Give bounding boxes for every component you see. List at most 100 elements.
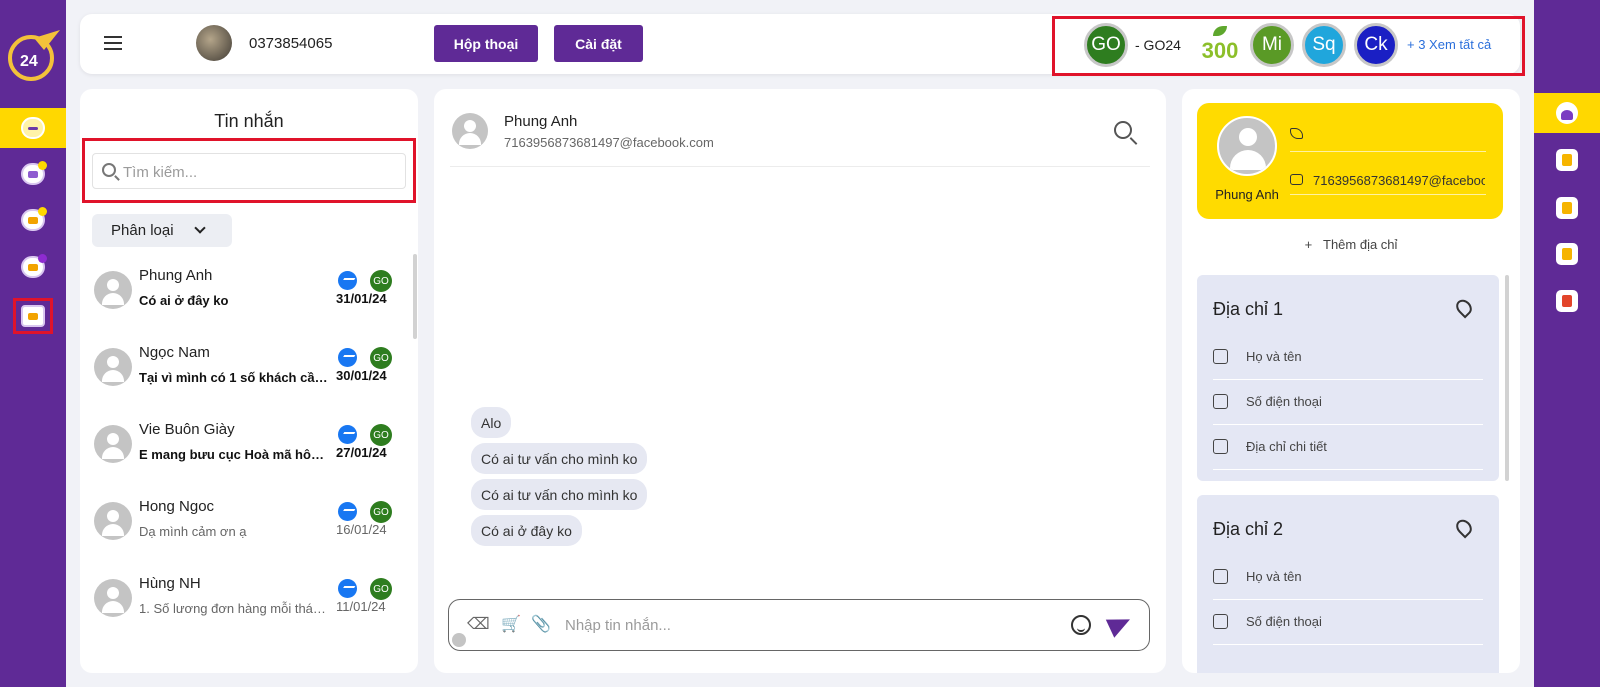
messenger-icon — [338, 425, 357, 444]
customer-info-panel: Phung Anh 7163956873681497@facebook.com … — [1182, 89, 1520, 673]
address-title: Địa chỉ 2 — [1213, 519, 1284, 539]
scrollbar[interactable] — [1505, 275, 1509, 481]
contact-avatar — [94, 425, 132, 463]
message-bubble: Có ai tư vấn cho mình ko — [471, 443, 648, 474]
address-field[interactable]: Số điện thoại — [1213, 380, 1483, 425]
conversation-item[interactable]: Hùng NH 1. Số lương đơn hàng mỗi thán... G… — [80, 565, 410, 641]
conversation-item[interactable]: Ngọc Nam Tại vì mình có 1 số khách cần...… — [80, 334, 410, 410]
contact-avatar — [94, 579, 132, 617]
conversation-item[interactable]: Phung Anh Có ai ở đây ko GO 31/01/24 — [80, 257, 410, 333]
add-location-icon[interactable] — [1453, 296, 1475, 319]
chat-contact-avatar — [452, 113, 488, 149]
send-icon[interactable] — [1105, 610, 1135, 638]
contact-avatar — [94, 502, 132, 540]
conversation-name: Hong Ngoc — [139, 498, 215, 515]
conversation-preview: 1. Số lương đơn hàng mỗi thán... — [139, 601, 329, 616]
page-badge: GO — [370, 347, 392, 369]
messenger-icon — [338, 579, 357, 598]
divider — [1290, 194, 1486, 195]
right-rail-report-button[interactable] — [1534, 281, 1600, 321]
right-rail-customer-button[interactable] — [1534, 93, 1600, 133]
conversation-date: 16/01/24 — [336, 522, 387, 537]
contact-avatar — [94, 271, 132, 309]
address-field[interactable]: Địa chỉ chi tiết — [1213, 425, 1483, 470]
messenger-icon — [338, 271, 357, 290]
conversation-item[interactable]: Hong Ngoc Dạ mình cảm ơn ạ GO 16/01/24 — [80, 488, 410, 564]
page-badge: GO — [370, 501, 392, 523]
conversation-date: 27/01/24 — [336, 445, 387, 460]
chat-contact-email: 7163956873681497@facebook.com — [504, 135, 714, 150]
address-block: Địa chỉ 2 Họ và tên Số điện thoại — [1197, 495, 1499, 673]
menu-icon[interactable] — [104, 36, 122, 50]
rail-messages-button[interactable] — [0, 108, 66, 148]
phone-icon — [1213, 614, 1228, 629]
emoji-icon[interactable] — [1071, 615, 1091, 635]
attachment-icon[interactable]: 📎 — [531, 615, 551, 635]
divider — [1290, 151, 1486, 152]
conversation-name: Phung Anh — [139, 267, 213, 284]
go24-logo[interactable]: 24 — [4, 28, 62, 84]
clipboard-icon — [1556, 197, 1578, 219]
contact-avatar — [1217, 116, 1277, 176]
highlight-box — [82, 138, 416, 203]
add-address-button[interactable]: + Thêm địa chỉ — [1182, 237, 1520, 252]
rail-mail-button[interactable] — [0, 154, 66, 194]
divider — [450, 166, 1150, 167]
message-composer: ⌫ 🛒 📎 — [448, 599, 1150, 651]
highlight-box — [1052, 16, 1525, 76]
conversation-name: Hùng NH — [139, 575, 201, 592]
user-icon — [1556, 102, 1578, 124]
conversation-preview: Có ai ở đây ko — [139, 293, 229, 308]
conversation-preview: Dạ mình cảm ơn ạ — [139, 524, 247, 539]
account-avatar[interactable] — [196, 25, 232, 61]
box-icon — [21, 254, 47, 278]
conversation-preview: E mang bưu cục Hoà mã hôm... — [139, 447, 329, 462]
rail-orders-button[interactable] — [0, 247, 66, 287]
messenger-icon — [338, 502, 357, 521]
report-icon — [1556, 290, 1578, 312]
page-badge: GO — [370, 270, 392, 292]
page-badge: GO — [370, 424, 392, 446]
right-rail-add-order-button[interactable] — [1534, 140, 1600, 180]
conversation-date: 31/01/24 — [336, 291, 387, 306]
contact-card: Phung Anh 7163956873681497@facebook.com — [1197, 103, 1503, 219]
user-card-icon — [1213, 349, 1228, 364]
location-pin-icon — [1213, 439, 1228, 454]
filter-dropdown[interactable]: Phân loại — [92, 214, 232, 247]
contact-email[interactable]: 7163956873681497@facebook.com — [1313, 173, 1485, 188]
conversation-date: 30/01/24 — [336, 368, 387, 383]
right-rail-notes-button[interactable] — [1534, 234, 1600, 274]
chat-bubble-icon — [21, 117, 45, 139]
address-field[interactable]: Họ và tên — [1213, 335, 1483, 380]
conversation-item[interactable]: Vie Buôn Giày E mang bưu cục Hoà mã hôm..… — [80, 411, 410, 487]
phone-icon — [1213, 394, 1228, 409]
conversation-name: Vie Buôn Giày — [139, 421, 235, 438]
address-field[interactable]: Họ và tên — [1213, 555, 1483, 600]
rail-notification-button[interactable] — [0, 200, 66, 240]
mail-icon — [21, 161, 47, 185]
message-bubble: Có ai tư vấn cho mình ko — [471, 479, 648, 510]
contact-name: Phung Anh — [1215, 187, 1279, 202]
envelope-notification-icon — [21, 207, 47, 231]
message-list-panel: Tin nhắn Phân loại Phung Anh Có ai ở đây … — [80, 89, 418, 673]
cart-icon[interactable]: 🛒 — [501, 615, 521, 635]
add-location-icon[interactable] — [1453, 516, 1475, 539]
conversation-name: Ngọc Nam — [139, 344, 210, 361]
right-sidebar — [1534, 0, 1600, 687]
chat-search-icon[interactable] — [1114, 121, 1132, 139]
right-rail-clipboard-button[interactable] — [1534, 188, 1600, 228]
address-block: Địa chỉ 1 Họ và tên Số điện thoại Địa chỉ c… — [1197, 275, 1499, 481]
chat-contact-name: Phung Anh — [504, 113, 578, 130]
conversations-button[interactable]: Hộp thoại — [434, 25, 538, 62]
chat-panel: Phung Anh 7163956873681497@facebook.com … — [434, 89, 1166, 673]
tag-icon[interactable]: ⌫ — [467, 615, 490, 635]
settings-button[interactable]: Cài đặt — [554, 25, 643, 62]
address-field[interactable]: Số điện thoại — [1213, 600, 1483, 645]
add-cart-icon — [1556, 149, 1578, 171]
message-input[interactable] — [565, 614, 1045, 636]
phone-icon — [1290, 128, 1303, 139]
message-bubble: Có ai ở đây ko — [471, 515, 582, 546]
scrollbar[interactable] — [413, 254, 417, 339]
contact-avatar — [94, 348, 132, 386]
messenger-icon — [338, 348, 357, 367]
